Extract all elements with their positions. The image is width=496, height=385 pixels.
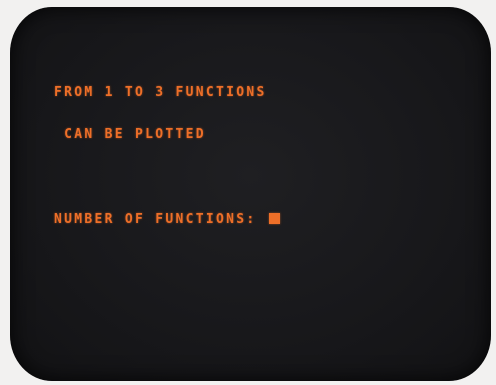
- message-line-2: CAN BE PLOTTED: [54, 127, 206, 142]
- cursor-block-icon[interactable]: [268, 213, 280, 224]
- terminal-output: FROM 1 TO 3 FUNCTIONS CAN BE PLOTTED NUM…: [54, 57, 280, 255]
- input-prompt-line[interactable]: NUMBER OF FUNCTIONS:: [54, 212, 280, 227]
- crt-screen: FROM 1 TO 3 FUNCTIONS CAN BE PLOTTED NUM…: [10, 7, 491, 381]
- input-prompt-label: NUMBER OF FUNCTIONS:: [54, 212, 267, 227]
- message-line-1: FROM 1 TO 3 FUNCTIONS: [54, 85, 267, 100]
